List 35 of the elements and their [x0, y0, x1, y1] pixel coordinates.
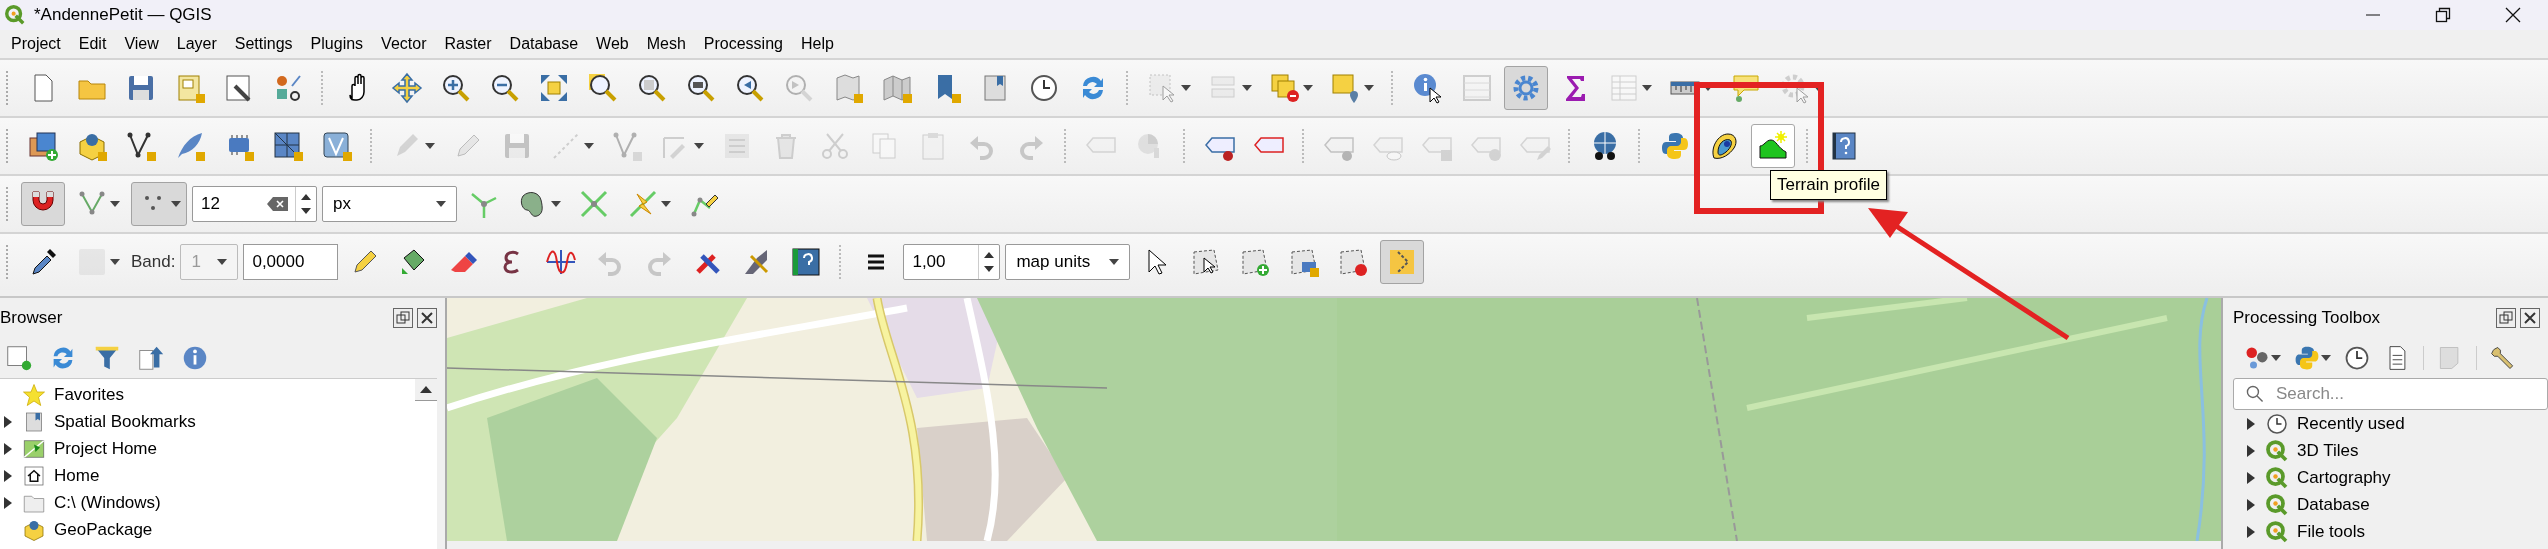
tree-item[interactable]: File tools: [2243, 518, 2522, 545]
tree-item[interactable]: Home: [0, 462, 411, 489]
tree-item[interactable]: Database: [2243, 491, 2522, 518]
select-field[interactable]: map units: [1005, 244, 1131, 280]
tooltip: Terrain profile: [1770, 170, 1887, 200]
spin-box[interactable]: 12: [192, 186, 317, 222]
menu-item[interactable]: Database: [500, 30, 588, 58]
menu-item[interactable]: Raster: [435, 30, 501, 58]
panel-title: Processing Toolbox: [2233, 307, 2381, 330]
menu-item[interactable]: Web: [587, 30, 638, 58]
tree-item[interactable]: Spatial Bookmarks: [0, 408, 411, 435]
tree-item[interactable]: GeoPackage: [0, 516, 411, 543]
spin-box[interactable]: 1,00: [903, 244, 1001, 280]
menu-item[interactable]: Edit: [69, 30, 116, 58]
search-field[interactable]: Search...: [2233, 378, 2548, 410]
tree-item[interactable]: C:\ (Windows): [0, 489, 411, 516]
menu-item[interactable]: Layer: [167, 30, 226, 58]
tree-item[interactable]: Favorites: [0, 381, 411, 408]
tree-item[interactable]: 3D Tiles: [2243, 437, 2522, 464]
select-field[interactable]: px: [322, 186, 457, 222]
window-title: *AndennePetit — QGIS: [34, 4, 212, 27]
tree-item[interactable]: Recently used: [2243, 410, 2522, 437]
menu-item[interactable]: Plugins: [301, 30, 373, 58]
input-field[interactable]: 0,0000: [243, 244, 339, 280]
menu-item[interactable]: Settings: [225, 30, 302, 58]
tree-item[interactable]: Cartography: [2243, 464, 2522, 491]
menu-item[interactable]: Mesh: [637, 30, 695, 58]
panel-title: Browser: [0, 307, 63, 330]
menu-item[interactable]: Help: [791, 30, 843, 58]
menu-item[interactable]: Processing: [694, 30, 792, 58]
menu-item[interactable]: Vector: [372, 30, 436, 58]
menu-item[interactable]: View: [115, 30, 168, 58]
field-label: Band:: [131, 251, 176, 274]
menu-item[interactable]: Project: [2, 30, 70, 58]
tree-item[interactable]: Project Home: [0, 435, 411, 462]
